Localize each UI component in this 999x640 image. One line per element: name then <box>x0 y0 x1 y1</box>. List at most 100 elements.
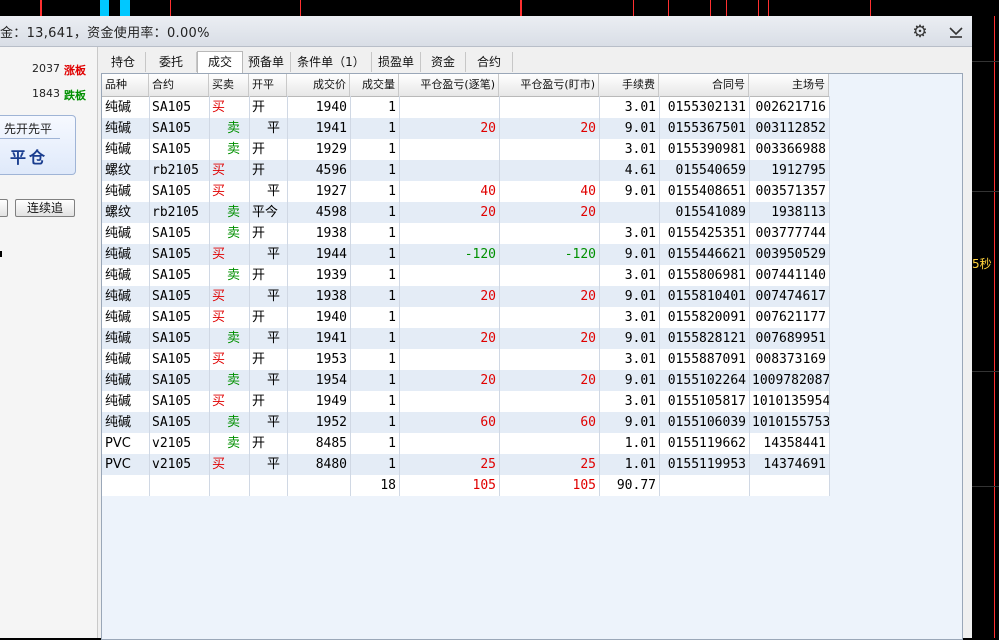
chevron-down-icon[interactable] <box>945 20 967 42</box>
cell-contract-no: 0155828121 <box>667 331 746 346</box>
col-pnl-trade[interactable]: 平仓盈亏(逐笔) <box>399 74 499 96</box>
trade-window: 金：13,641，资金使用率：0.00% ⚙ 2037 涨板 1843 跌板 先… <box>0 16 972 640</box>
col-contract[interactable]: 合约 <box>149 74 209 96</box>
cell-contract: SA105 <box>152 352 192 367</box>
cell-side: 卖 <box>227 142 241 157</box>
tab-positions[interactable]: 持仓 <box>101 52 146 72</box>
table-row[interactable]: 纯碱 SA105 卖 平 1952 1 60 60 9.01 0155106039 10101557… <box>102 412 829 433</box>
cell-pnl-mark: -120 <box>564 247 596 262</box>
cell-product: 螺纹 <box>105 163 132 178</box>
table-row[interactable]: 纯碱 SA105 卖 平 1941 1 20 20 9.01 0155828121 00768995… <box>102 328 829 349</box>
col-open-close[interactable]: 开平 <box>249 74 287 96</box>
table-row[interactable]: 纯碱 SA105 买 开 1953 1 3.01 0155887091 008373169 <box>102 349 829 370</box>
cell-contract-no: 0155367501 <box>667 121 746 136</box>
close-position-button[interactable]: 先开先平 平仓 <box>0 115 76 175</box>
col-side[interactable]: 买卖 <box>209 74 249 96</box>
cell-contract-no: 015540659 <box>675 163 746 178</box>
col-fee[interactable]: 手续费 <box>599 74 659 96</box>
tab-funds[interactable]: 资金 <box>421 52 466 72</box>
table-row[interactable]: 螺纹 rb2105 卖平今 4598 1 20 20 015541089 1938113 <box>102 202 829 223</box>
table-row[interactable]: 纯碱 SA105 卖开 1938 1 3.01 0155425351 003777744 <box>102 223 829 244</box>
table-row[interactable]: 纯碱 SA105 买 平 1938 1 20 20 9.01 0155810401 00747461… <box>102 286 829 307</box>
cell-fee: 9.01 <box>624 373 656 388</box>
small-button[interactable] <box>0 199 8 217</box>
cell-exchange-no: 003571357 <box>755 184 826 199</box>
column-separator <box>499 96 500 496</box>
table-row[interactable]: 纯碱 SA105 卖开 1939 1 3.01 0155806981 007441140 <box>102 265 829 286</box>
tab-conditional-orders[interactable]: 条件单（1） <box>291 52 372 72</box>
cell-open-close: 平 <box>267 457 281 472</box>
cell-volume: 1 <box>388 121 396 136</box>
cell-exchange-no: 003112852 <box>755 121 826 136</box>
cell-contract: SA105 <box>152 142 192 157</box>
tab-contracts[interactable]: 合约 <box>466 52 513 72</box>
cell-product: 纯碱 <box>105 100 132 115</box>
cell-product: 纯碱 <box>105 142 132 157</box>
table-row[interactable]: 纯碱 SA105 买 开 1940 1 3.01 0155820091 007621177 <box>102 307 829 328</box>
cell-contract-no: 0155106039 <box>667 415 746 430</box>
col-pnl-mark[interactable]: 平仓盈亏(盯市) <box>499 74 599 96</box>
tab-trades[interactable]: 成交 <box>197 51 243 73</box>
cell-price: 1944 <box>315 247 347 262</box>
table-row[interactable]: 纯碱 SA105 买 开 1940 1 3.01 0155302131 002621716 <box>102 97 829 118</box>
tab-orders[interactable]: 委托 <box>146 52 197 72</box>
cell-volume: 1 <box>388 310 396 325</box>
col-price[interactable]: 成交价 <box>287 74 350 96</box>
limit-up-label: 涨板 <box>64 64 86 77</box>
tab-prepared-orders[interactable]: 预备单 <box>242 52 291 72</box>
col-volume[interactable]: 成交量 <box>350 74 399 96</box>
col-contract-no[interactable]: 合同号 <box>659 74 749 96</box>
table-row[interactable]: 纯碱 SA105 卖开 1929 1 3.01 0155390981 003366988 <box>102 139 829 160</box>
cell-pnl-trade: 20 <box>480 289 496 304</box>
cell-volume: 1 <box>388 352 396 367</box>
cell-pnl-trade: 20 <box>480 205 496 220</box>
table-row[interactable]: 纯碱 SA105 买 平 1927 1 40 40 9.01 0155408651 00357135… <box>102 181 829 202</box>
table-row[interactable]: 纯碱 SA105 卖 平 1954 1 20 20 9.01 0155102264 10097820… <box>102 370 829 391</box>
limit-up-row: 2037 涨板 <box>0 60 90 78</box>
cell-contract: SA105 <box>152 394 192 409</box>
col-exchange-no[interactable]: 主场号 <box>749 74 829 96</box>
cell-product: PVC <box>105 436 131 451</box>
table-row[interactable]: 纯碱 SA105 买 平 1944 1 -120 -120 9.01 0155446621 0039… <box>102 244 829 265</box>
cell-contract-no: 0155806981 <box>667 268 746 283</box>
cell-pnl-trade <box>399 265 499 286</box>
cell-pnl-trade <box>399 139 499 160</box>
cell-open-close: 平 <box>267 184 281 199</box>
cell-open-close: 开 <box>252 394 266 409</box>
table-row[interactable]: 螺纹 rb2105 买 开 4596 1 4.61 015540659 1912795 <box>102 160 829 181</box>
cell-pnl-mark <box>499 223 599 244</box>
table-row[interactable]: 纯碱 SA105 买 开 1949 1 3.01 0155105817 1010135954 <box>102 391 829 412</box>
table-row[interactable]: PVC v2105 买 平 8480 1 25 25 1.01 0155119953 1437469… <box>102 454 829 475</box>
cell-exchange-no: 14374691 <box>763 457 826 472</box>
cell-open-close: 平 <box>267 121 281 136</box>
column-separator <box>149 96 150 496</box>
cell-volume: 1 <box>388 247 396 262</box>
gear-icon[interactable]: ⚙ <box>910 22 930 42</box>
cell-volume: 1 <box>388 436 396 451</box>
cell-open-close: 平 <box>267 247 281 262</box>
cell-fee: 1.01 <box>624 457 656 472</box>
cell-open-close: 开 <box>252 436 266 451</box>
col-product[interactable]: 品种 <box>102 74 149 96</box>
cell-pnl-trade <box>399 391 499 412</box>
cell-contract-no: 0155408651 <box>667 184 746 199</box>
cell-contract-no: 0155119662 <box>667 436 746 451</box>
cell-pnl-mark <box>499 265 599 286</box>
continuous-chase-button[interactable]: 连续追 <box>15 199 75 217</box>
cell-open-close: 平 <box>267 415 281 430</box>
column-separator <box>287 96 288 496</box>
tab-stop-profit-orders[interactable]: 损盈单 <box>372 52 421 72</box>
cell-pnl-mark: 20 <box>580 331 596 346</box>
cell-contract: rb2105 <box>152 205 199 220</box>
cell-product: 纯碱 <box>105 373 132 388</box>
cell-price: 1941 <box>315 121 347 136</box>
cell-side: 买 <box>212 184 226 199</box>
cell-product: 纯碱 <box>105 415 132 430</box>
cell-exchange-no: 003950529 <box>755 247 826 262</box>
cell-fee: 3.01 <box>624 268 656 283</box>
cell-open-close: 平 <box>267 373 281 388</box>
cell-product: PVC <box>105 457 131 472</box>
table-row[interactable]: 纯碱 SA105 卖 平 1941 1 20 20 9.01 0155367501 00311285… <box>102 118 829 139</box>
table-row[interactable]: PVC v2105 卖开 8485 1 1.01 0155119662 14358441 <box>102 433 829 454</box>
cell-price: 8485 <box>315 436 347 451</box>
